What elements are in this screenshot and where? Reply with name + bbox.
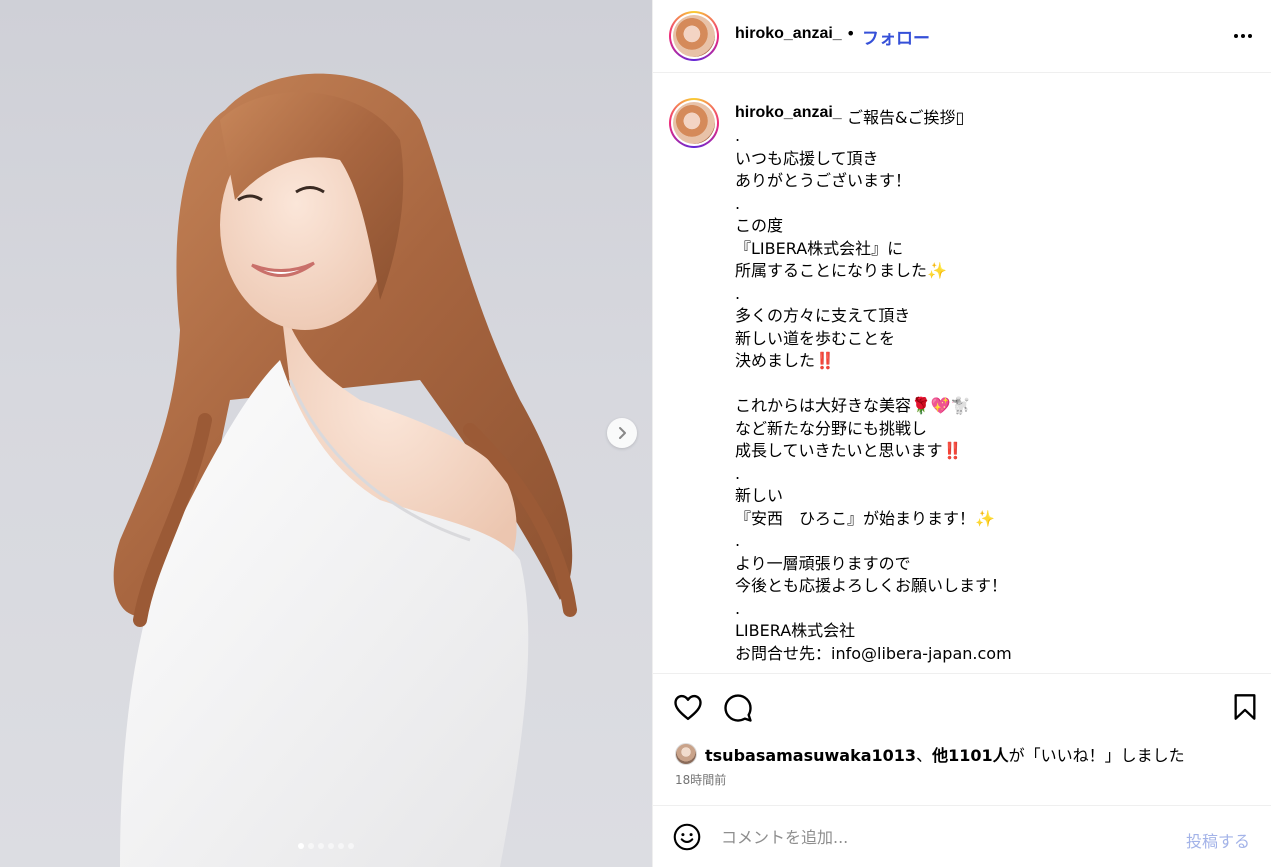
caption-line: より一層頑張りますので [735,553,911,573]
caption-line: . [735,531,741,550]
carousel-next-button[interactable] [607,418,637,448]
likes-text: tsubasamasuwaka1013、他1101人が「いいね！」しました [705,742,1185,766]
bookmark-icon[interactable] [1233,693,1257,721]
caption-line: 『安西 ひろこ』が始まります！✨ [735,508,995,528]
caption-line: . [735,126,741,145]
carousel-dot [308,843,314,849]
post-media [0,0,652,867]
caption-line: 所属することになりました✨ [735,261,947,280]
caption-line: . [735,283,741,303]
caption-line: 成長していきたいと思います‼️ [735,441,963,460]
caption-line: いつも応援して頂き [735,148,879,168]
post-header: hiroko_anzai_ • フォロー [653,0,1271,73]
liker-avatar[interactable] [675,743,697,765]
carousel-indicator [0,843,652,849]
caption-line: . [735,193,741,213]
liker-username[interactable]: tsubasamasuwaka1013 [705,746,916,765]
author-username[interactable]: hiroko_anzai_ [735,25,842,43]
caption-line: 『LIBERA株式会社』に [735,238,904,258]
caption-username[interactable]: hiroko_anzai_ [735,104,842,122]
carousel-dot [348,843,354,849]
header-separator: • [846,24,856,43]
caption-line: . [735,598,741,618]
author-avatar[interactable] [669,11,719,61]
comment-icon[interactable] [723,693,753,723]
post-actions: tsubasamasuwaka1013、他1101人が「いいね！」しました 18… [653,673,1271,805]
caption-line: など新たな分野にも挑戦し [735,418,928,438]
carousel-dot [328,843,334,849]
caption-section: hiroko_anzai_ ご報告&ご挨拶▯ . いつも応援して頂き ありがとう… [653,74,1271,672]
carousel-dot [298,843,304,849]
caption-avatar[interactable] [669,98,719,148]
post-panel: hiroko_anzai_ • フォロー hiroko_anzai_ ご報告&ご… [652,0,1271,867]
likes-summary: tsubasamasuwaka1013、他1101人が「いいね！」しました [675,742,1185,766]
caption-line: LIBERA株式会社 [735,621,856,640]
caption-line: お問合せ先：info@libera-japan.com [735,643,1012,663]
heart-icon[interactable] [673,693,703,721]
likes-suffix: が「いいね！」しました [1008,746,1185,765]
caption-line: 決めました‼️ [735,351,835,370]
post-photo [113,73,577,867]
carousel-dot [318,843,324,849]
comment-input[interactable] [721,825,1161,849]
carousel-dot [338,843,344,849]
more-options-button[interactable] [1228,22,1258,50]
caption-text: . いつも応援して頂き ありがとうございます！ . この度 『LIBERA株式会… [735,125,1255,665]
follow-button[interactable]: フォロー [862,24,930,49]
caption-line: この度 [735,216,784,235]
more-horizontal-icon [1234,34,1238,38]
caption-line [735,373,1255,396]
post-comment-button[interactable]: 投稿する [1186,828,1250,852]
caption-line: 新しい [735,486,784,505]
chevron-right-icon [619,427,626,439]
likes-middle: 、 [916,746,933,765]
caption-line: 新しい道を歩むことを [735,328,896,348]
comment-bar: 投稿する [653,805,1271,867]
caption-line: 多くの方々に支えて頂き [735,306,911,325]
caption-line: . [735,463,741,483]
caption-line: ありがとうございます！ [735,171,912,190]
post-timestamp[interactable]: 18時間前 [675,771,726,788]
caption-line: 今後とも応援よろしくお願いします！ [735,576,1008,595]
likes-others[interactable]: 他1101人 [932,746,1009,765]
caption-line: これからは大好きな美容🌹💖🐩 [735,396,971,415]
emoji-icon[interactable] [673,823,701,851]
